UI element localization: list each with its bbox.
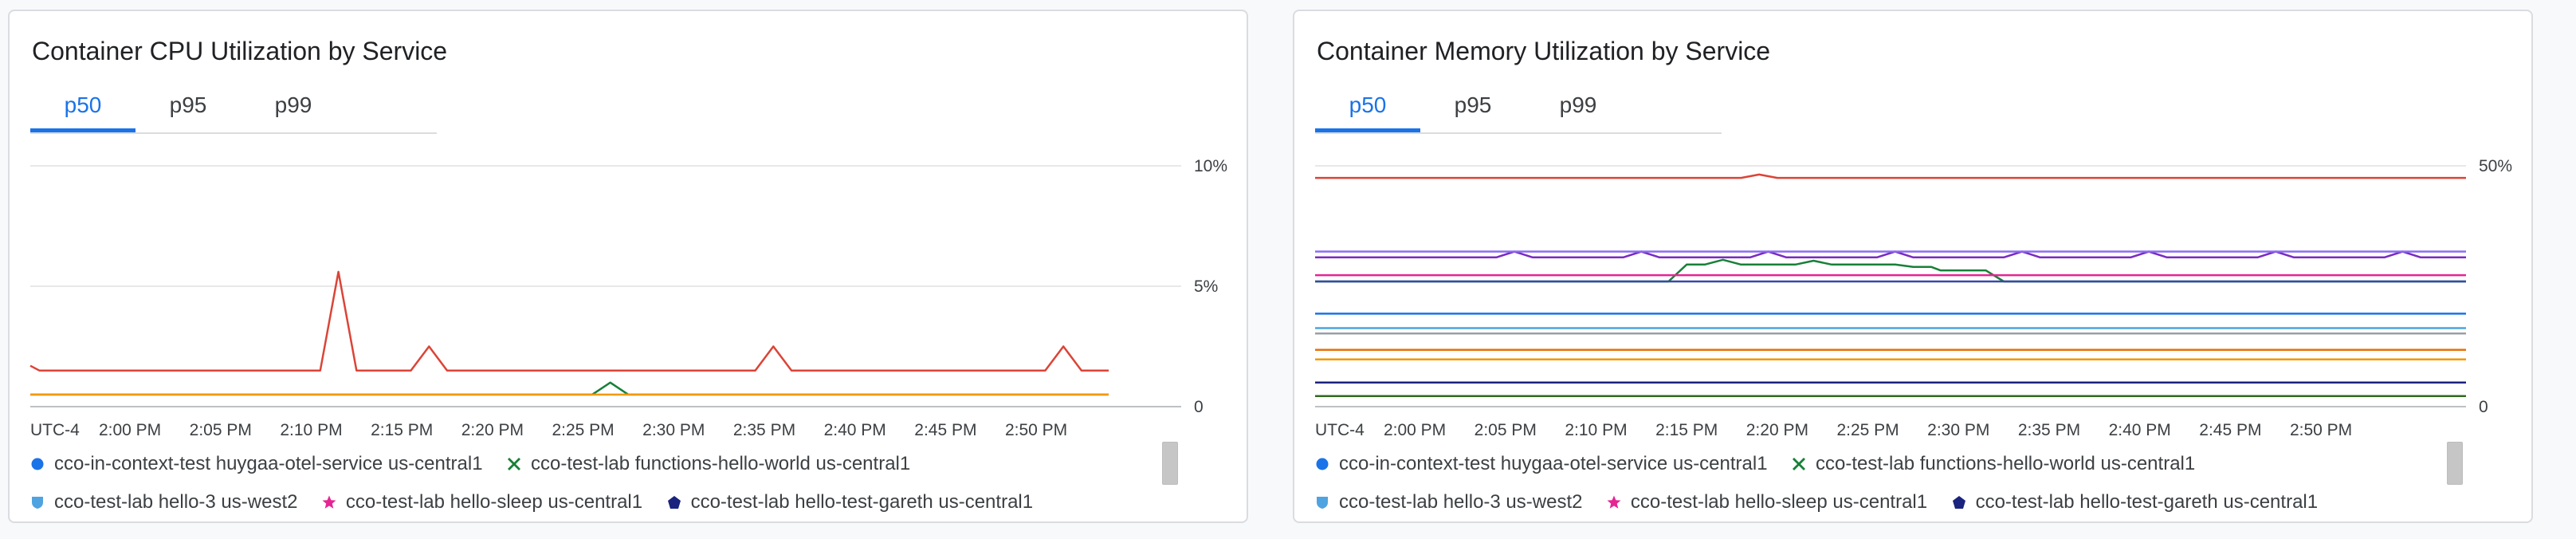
percentile-tabs: p50 p95 p99: [30, 83, 437, 134]
y-tick-label: 0: [1194, 398, 1204, 416]
shield-icon-shape: [1317, 497, 1328, 509]
pentagon-icon: [667, 495, 681, 509]
x-tick-label: 2:40 PM: [824, 421, 886, 439]
x-tick-label: 2:25 PM: [552, 421, 614, 439]
memory-utilization-widget: Container Memory Utilization by Service …: [1293, 10, 2533, 523]
x-tick-label: 2:15 PM: [1655, 421, 1718, 439]
x-tick-label: 2:35 PM: [2018, 421, 2080, 439]
legend-label: cco-test-lab hello-3 us-west2: [54, 491, 298, 513]
x-tick-label: 2:20 PM: [1746, 421, 1808, 439]
star-icon: [1607, 495, 1621, 509]
star-icon-shape: [322, 495, 336, 509]
widget-title: Container CPU Utilization by Service: [32, 37, 448, 65]
tab-p99[interactable]: p99: [1526, 83, 1631, 132]
shield-icon: [30, 495, 45, 509]
cross-icon: [507, 457, 521, 471]
widget-title: Container Memory Utilization by Service: [1317, 37, 1771, 65]
x-tick-label: 2:05 PM: [190, 421, 252, 439]
x-tick-label: 2:45 PM: [914, 421, 976, 439]
chart-svg[interactable]: 50% 0 UTC-4 2:00 PM 2:05 PM 2:10 PM 2:15 PM 2:2…: [1294, 147, 2533, 450]
shield-icon: [1315, 495, 1329, 509]
x-tick-label: 2:35 PM: [733, 421, 795, 439]
y-tick-label: 5%: [1194, 277, 1218, 296]
y-tick-label: 0: [2479, 398, 2488, 416]
chart-svg[interactable]: 10% 5% 0 UTC-4 2:00 PM 2:05 PM 2:10 PM 2:15 PM 2…: [10, 147, 1248, 450]
legend-label: cco-test-lab hello-test-gareth us-centra…: [1975, 491, 2319, 513]
legend-label: cco-test-lab functions-hello-world us-ce…: [1816, 453, 2196, 474]
series-line[interactable]: [1315, 173, 2466, 179]
cpu-utilization-widget: Container CPU Utilization by Service p50…: [8, 10, 1248, 523]
memory-line-chart[interactable]: 50% 0 UTC-4 2:00 PM 2:05 PM 2:10 PM 2:15 PM 2:2…: [1294, 147, 2533, 450]
legend-item[interactable]: cco-test-lab functions-hello-world us-ce…: [1792, 448, 2195, 480]
x-tick-label: 2:15 PM: [371, 421, 433, 439]
x-tick-label: 2:10 PM: [280, 421, 342, 439]
pentagon-icon: [1952, 495, 1966, 509]
legend-label: cco-test-lab hello-sleep us-central1: [345, 491, 643, 513]
x-tick-label: 2:25 PM: [1836, 421, 1899, 439]
tab-p50[interactable]: p50: [30, 83, 135, 132]
legend-label: cco-in-context-test huygaa-otel-service …: [54, 453, 483, 474]
timezone-label: UTC-4: [1315, 421, 1365, 439]
x-tick-label: 2:20 PM: [461, 421, 524, 439]
legend-label: cco-test-lab hello-3 us-west2: [1339, 491, 1583, 513]
legend-label: cco-test-lab hello-sleep us-central1: [1630, 491, 1928, 513]
x-tick-label: 2:45 PM: [2199, 421, 2261, 439]
legend-label: cco-in-context-test huygaa-otel-service …: [1339, 453, 1768, 474]
series-line[interactable]: [30, 381, 1109, 396]
shield-icon-shape: [32, 497, 43, 509]
circle-icon-shape: [1316, 458, 1329, 470]
tab-p95[interactable]: p95: [135, 83, 241, 132]
legend-item[interactable]: cco-test-lab hello-3 us-west2: [30, 486, 297, 518]
legend-item[interactable]: cco-test-lab hello-sleep us-central1: [1607, 486, 1927, 518]
x-tick-label: 2:50 PM: [2290, 421, 2352, 439]
legend-item[interactable]: cco-test-lab hello-test-gareth us-centra…: [1952, 486, 2319, 518]
star-icon-shape: [1607, 495, 1621, 509]
circle-icon: [30, 457, 45, 471]
timezone-label: UTC-4: [30, 421, 80, 439]
x-tick-label: 2:00 PM: [99, 421, 161, 439]
legend-item[interactable]: cco-test-lab functions-hello-world us-ce…: [507, 448, 910, 480]
series-line[interactable]: [1315, 258, 2466, 283]
legend-item[interactable]: cco-in-context-test huygaa-otel-service …: [30, 448, 483, 480]
percentile-tabs: p50 p95 p99: [1315, 83, 1722, 134]
legend-scrollbar[interactable]: [1162, 442, 1178, 485]
y-tick-label: 10%: [1194, 157, 1227, 175]
legend-label: cco-test-lab functions-hello-world us-ce…: [531, 453, 911, 474]
pentagon-icon-shape: [1952, 496, 1965, 509]
x-tick-label: 2:40 PM: [2109, 421, 2171, 439]
legend-item[interactable]: cco-test-lab hello-sleep us-central1: [322, 486, 642, 518]
x-tick-label: 2:05 PM: [1475, 421, 1537, 439]
tab-p95[interactable]: p95: [1420, 83, 1526, 132]
circle-icon-shape: [31, 458, 44, 470]
legend-item[interactable]: cco-test-lab hello-3 us-west2: [1315, 486, 1582, 518]
x-tick-label: 2:10 PM: [1565, 421, 1627, 439]
circle-icon: [1315, 457, 1329, 471]
cpu-line-chart[interactable]: 10% 5% 0 UTC-4 2:00 PM 2:05 PM 2:10 PM 2:15 PM 2…: [10, 147, 1248, 450]
legend-label: cco-test-lab hello-test-gareth us-centra…: [690, 491, 1034, 513]
x-tick-label: 2:50 PM: [1005, 421, 1067, 439]
x-tick-label: 2:30 PM: [1927, 421, 1989, 439]
cross-icon-shape: [1793, 458, 1806, 470]
tab-p99[interactable]: p99: [241, 83, 346, 132]
cross-icon-shape: [508, 458, 521, 470]
star-icon: [322, 495, 336, 509]
y-tick-label: 50%: [2479, 157, 2512, 175]
tab-p50[interactable]: p50: [1315, 83, 1420, 132]
dashboard: Container CPU Utilization by Service p50…: [0, 0, 2576, 539]
x-tick-label: 2:30 PM: [642, 421, 705, 439]
legend-item[interactable]: cco-test-lab hello-test-gareth us-centra…: [667, 486, 1034, 518]
legend-item[interactable]: cco-in-context-test huygaa-otel-service …: [1315, 448, 1768, 480]
x-tick-label: 2:00 PM: [1384, 421, 1446, 439]
pentagon-icon-shape: [667, 496, 681, 509]
legend-scrollbar[interactable]: [2447, 442, 2463, 485]
cross-icon: [1792, 457, 1806, 471]
